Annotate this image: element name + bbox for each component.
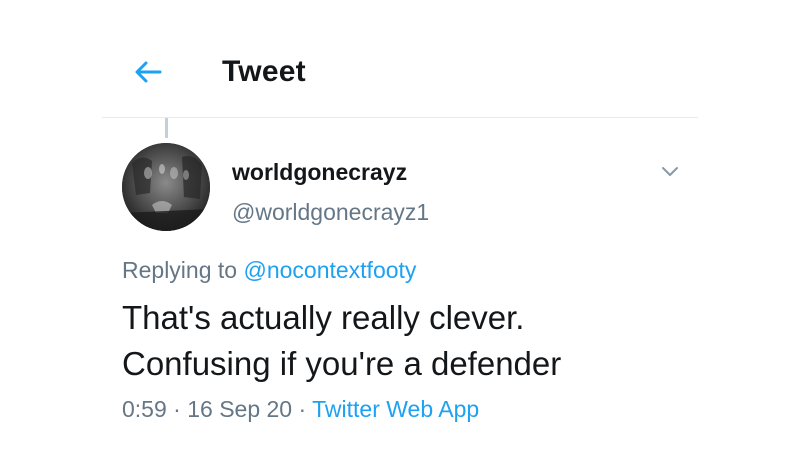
app-header: Tweet bbox=[0, 0, 800, 118]
tweet-text-line: That's actually really clever. bbox=[122, 299, 525, 336]
thread-connector-line bbox=[165, 118, 168, 138]
avatar[interactable] bbox=[122, 143, 210, 231]
tweet-source-link[interactable]: Twitter Web App bbox=[312, 396, 479, 422]
author-handle[interactable]: @worldgonecrayz1 bbox=[232, 199, 429, 226]
replying-to-label: Replying to bbox=[122, 257, 238, 283]
author-display-name[interactable]: worldgonecrayz bbox=[232, 159, 407, 186]
header-divider bbox=[102, 117, 698, 118]
replying-to-handle-link[interactable]: @nocontextfooty bbox=[243, 257, 416, 283]
tweet-text-line: Confusing if you're a defender bbox=[122, 345, 562, 382]
replying-to: Replying to @nocontextfooty bbox=[122, 257, 416, 284]
tweet-date[interactable]: 16 Sep 20 bbox=[187, 396, 292, 422]
tweet-meta: 0:59 · 16 Sep 20 · Twitter Web App bbox=[122, 396, 479, 423]
tweet-menu-button[interactable] bbox=[658, 162, 682, 180]
meta-separator: · bbox=[166, 396, 188, 422]
arrow-left-icon bbox=[135, 61, 162, 83]
tweet-text: That's actually really clever. Confusing… bbox=[122, 295, 722, 387]
chevron-down-icon bbox=[662, 167, 678, 176]
avatar-image bbox=[122, 143, 210, 231]
back-button[interactable] bbox=[130, 56, 166, 88]
tweet-time[interactable]: 0:59 bbox=[122, 396, 167, 422]
page-title: Tweet bbox=[222, 55, 306, 88]
meta-separator: · bbox=[292, 396, 313, 422]
